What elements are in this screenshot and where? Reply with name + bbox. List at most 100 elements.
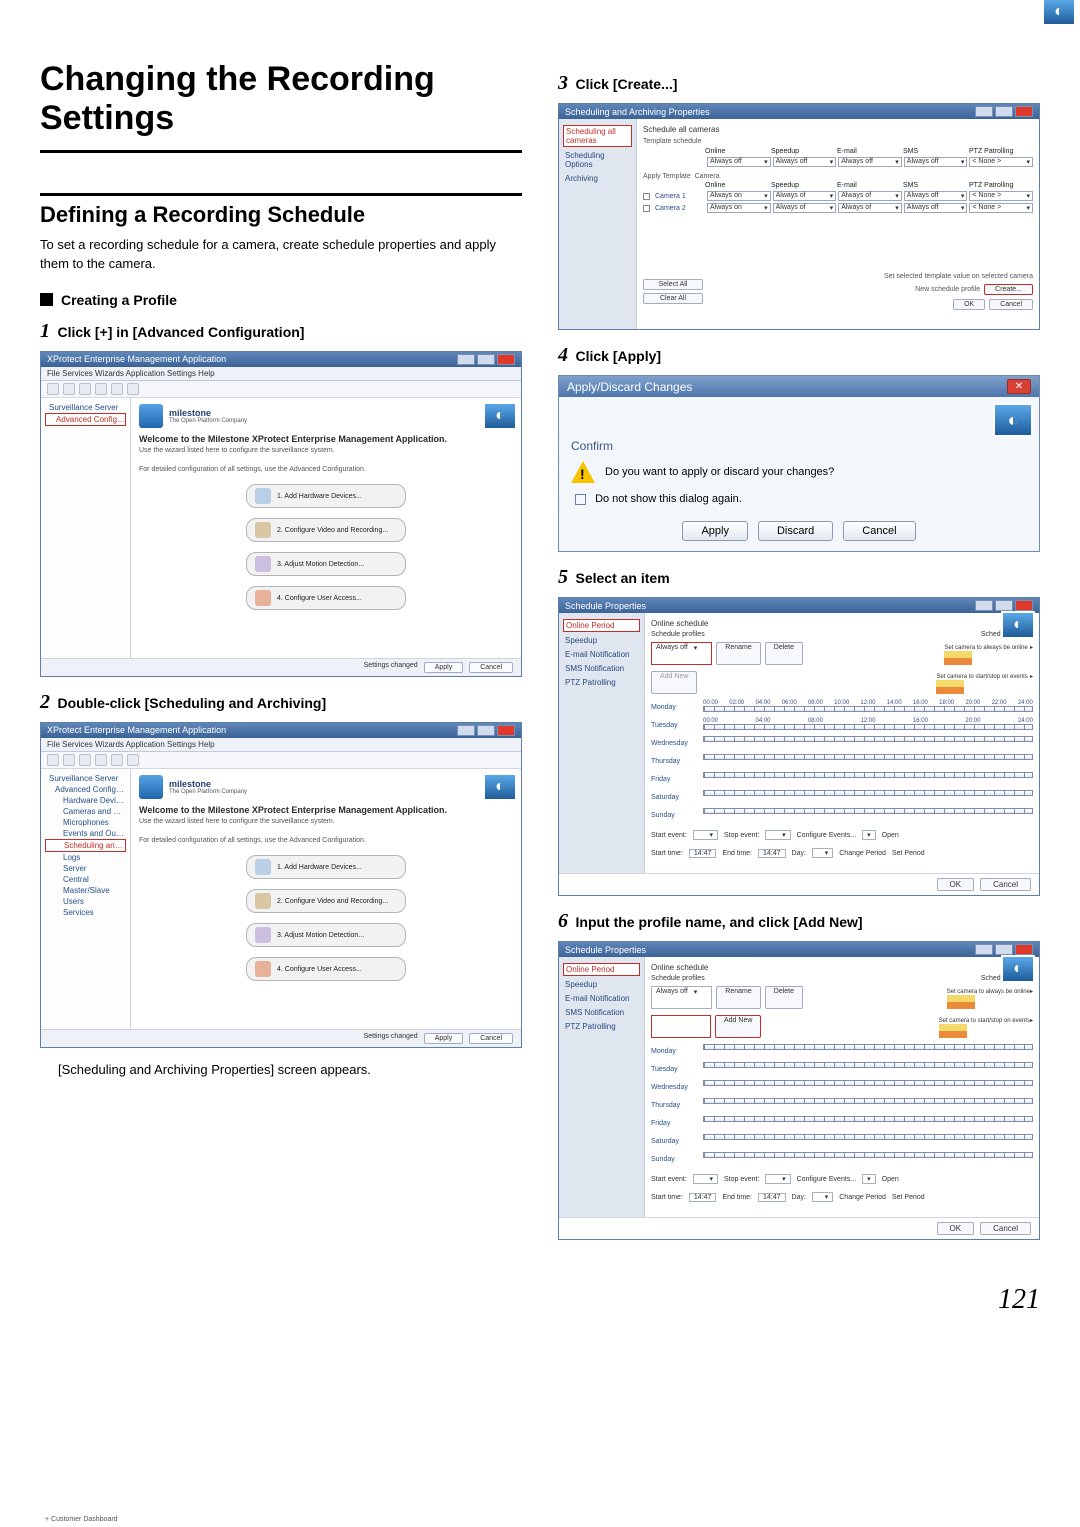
profile-select[interactable]: Always off▾ (651, 642, 712, 665)
day-timeline[interactable] (703, 1134, 1033, 1140)
open-select[interactable]: ▾ (862, 830, 876, 840)
day-timeline[interactable] (703, 1098, 1033, 1104)
close-icon[interactable]: ✕ (1007, 379, 1031, 394)
toolbar-icon[interactable] (63, 383, 75, 395)
cancel-button[interactable]: Cancel (469, 662, 513, 673)
nav-email[interactable]: E-mail Notification (563, 649, 640, 660)
cam-email-select[interactable]: Always of▾ (838, 191, 902, 201)
profile-name-input[interactable] (651, 1015, 711, 1038)
ok-button[interactable]: OK (937, 878, 975, 891)
dont-show-checkbox[interactable] (575, 494, 586, 505)
task-configure-video[interactable]: 2. Configure Video and Recording... (246, 518, 406, 542)
change-period-button[interactable]: Change Period (839, 850, 886, 857)
template-online-select[interactable]: Always off▾ (707, 157, 771, 167)
nav-online-period[interactable]: Online Period (563, 963, 640, 976)
maximize-icon[interactable] (477, 354, 495, 365)
toolbar-icon[interactable] (79, 383, 91, 395)
clear-all-button[interactable]: Clear All (643, 293, 703, 304)
apply-button[interactable]: Apply (682, 521, 748, 541)
template-speedup-select[interactable]: Always off▾ (773, 157, 837, 167)
nav-speedup[interactable]: Speedup (563, 635, 640, 646)
nav-sms[interactable]: SMS Notification (563, 1007, 640, 1018)
toolbar-icon[interactable] (79, 754, 91, 766)
nav-scheduling-options[interactable]: Scheduling Options (563, 150, 632, 170)
day-timeline[interactable] (703, 1062, 1033, 1068)
add-new-button[interactable]: Add New (715, 1015, 761, 1038)
cancel-button[interactable]: Cancel (989, 299, 1033, 310)
maximize-icon[interactable] (995, 106, 1013, 117)
cancel-button[interactable]: Cancel (843, 521, 915, 541)
day-timeline[interactable] (703, 1044, 1033, 1050)
set-period-button[interactable]: Set Period (892, 850, 925, 857)
task-motion-detection[interactable]: 3. Adjust Motion Detection... (246, 552, 406, 576)
change-period-button[interactable]: Change Period (839, 1194, 886, 1201)
nav-sms[interactable]: SMS Notification (563, 663, 640, 674)
tree-root[interactable]: Surveillance Server (45, 773, 126, 784)
delete-button[interactable]: Delete (765, 986, 803, 1009)
discard-button[interactable]: Discard (758, 521, 833, 541)
tree-item[interactable]: Users (45, 896, 126, 907)
end-time-input[interactable]: 14:47 (758, 1193, 786, 1202)
toolbar-icon[interactable] (95, 383, 107, 395)
nav-archiving[interactable]: Archiving (563, 173, 632, 184)
day-timeline[interactable] (703, 754, 1033, 760)
cam-sms-select[interactable]: Always off▾ (904, 191, 968, 201)
tree-advanced-config[interactable]: Advanced Configuration (45, 784, 126, 795)
minimize-icon[interactable] (975, 106, 993, 117)
sched-side-nav[interactable]: Online Period Speedup E-mail Notificatio… (559, 613, 645, 873)
close-icon[interactable] (497, 354, 515, 365)
start-time-input[interactable]: 14:47 (689, 849, 717, 858)
tree-item[interactable]: Logs (45, 852, 126, 863)
task-add-hardware[interactable]: 1. Add Hardware Devices... (246, 484, 406, 508)
tree-item-scheduling[interactable]: Scheduling and Archiving (45, 839, 126, 852)
cam-ptz-select[interactable]: < None >▾ (969, 191, 1033, 201)
toolbar-icon[interactable] (63, 754, 75, 766)
close-icon[interactable] (1015, 600, 1033, 611)
ok-button[interactable]: OK (953, 299, 985, 310)
close-icon[interactable] (1015, 106, 1033, 117)
delete-button[interactable]: Delete (765, 642, 803, 665)
cam-email-select[interactable]: Always of▾ (838, 203, 902, 213)
configure-events-button[interactable]: Configure Events... (797, 832, 857, 839)
toolbar-icon[interactable] (111, 754, 123, 766)
cam-speedup-select[interactable]: Always of▾ (773, 191, 837, 201)
open-select[interactable]: ▾ (862, 1174, 876, 1184)
tree-item[interactable]: Microphones (45, 817, 126, 828)
task-add-hardware[interactable]: 1. Add Hardware Devices... (246, 855, 406, 879)
toolbar-icon[interactable] (127, 383, 139, 395)
nav-speedup[interactable]: Speedup (563, 979, 640, 990)
tree-item[interactable]: Central (45, 874, 126, 885)
task-user-access[interactable]: 4. Configure User Access... (246, 586, 406, 610)
day-timeline[interactable] (703, 772, 1033, 778)
cancel-button[interactable]: Cancel (980, 878, 1031, 891)
cam-online-select[interactable]: Always on▾ (707, 191, 771, 201)
day-timeline[interactable] (703, 1116, 1033, 1122)
menu-bar[interactable]: File Services Wizards Application Settin… (41, 367, 521, 381)
tree-item[interactable]: Server (45, 863, 126, 874)
nav-ptz[interactable]: PTZ Patrolling (563, 1021, 640, 1032)
start-event-select[interactable]: ▾ (693, 1174, 718, 1184)
day-timeline[interactable] (703, 808, 1033, 814)
day-timeline[interactable] (703, 1152, 1033, 1158)
nav-tree[interactable]: Surveillance Server Advanced Configurati… (41, 398, 131, 658)
toolbar-icon[interactable] (47, 383, 59, 395)
maximize-icon[interactable] (995, 944, 1013, 955)
task-motion-detection[interactable]: 3. Adjust Motion Detection... (246, 923, 406, 947)
tree-item[interactable]: Events and Output (45, 828, 126, 839)
ok-button[interactable]: OK (937, 1222, 975, 1235)
tree-item[interactable]: Cameras and Storage (45, 806, 126, 817)
tree-advanced-config[interactable]: Advanced Configuration (45, 413, 126, 426)
cancel-button[interactable]: Cancel (469, 1033, 513, 1044)
start-time-input[interactable]: 14:47 (689, 1193, 717, 1202)
minimize-icon[interactable] (975, 944, 993, 955)
sched-side-nav[interactable]: Online Period Speedup E-mail Notificatio… (559, 957, 645, 1217)
menu-bar[interactable]: File Services Wizards Application Settin… (41, 738, 521, 752)
stop-event-select[interactable]: ▾ (765, 1174, 790, 1184)
cam-sms-select[interactable]: Always off▾ (904, 203, 968, 213)
apply-button[interactable]: Apply (424, 1033, 464, 1044)
row-checkbox[interactable] (643, 205, 650, 212)
configure-events-button[interactable]: Configure Events... (797, 1176, 857, 1183)
close-icon[interactable] (497, 725, 515, 736)
cam-online-select[interactable]: Always on▾ (707, 203, 771, 213)
nav-online-period[interactable]: Online Period (563, 619, 640, 632)
